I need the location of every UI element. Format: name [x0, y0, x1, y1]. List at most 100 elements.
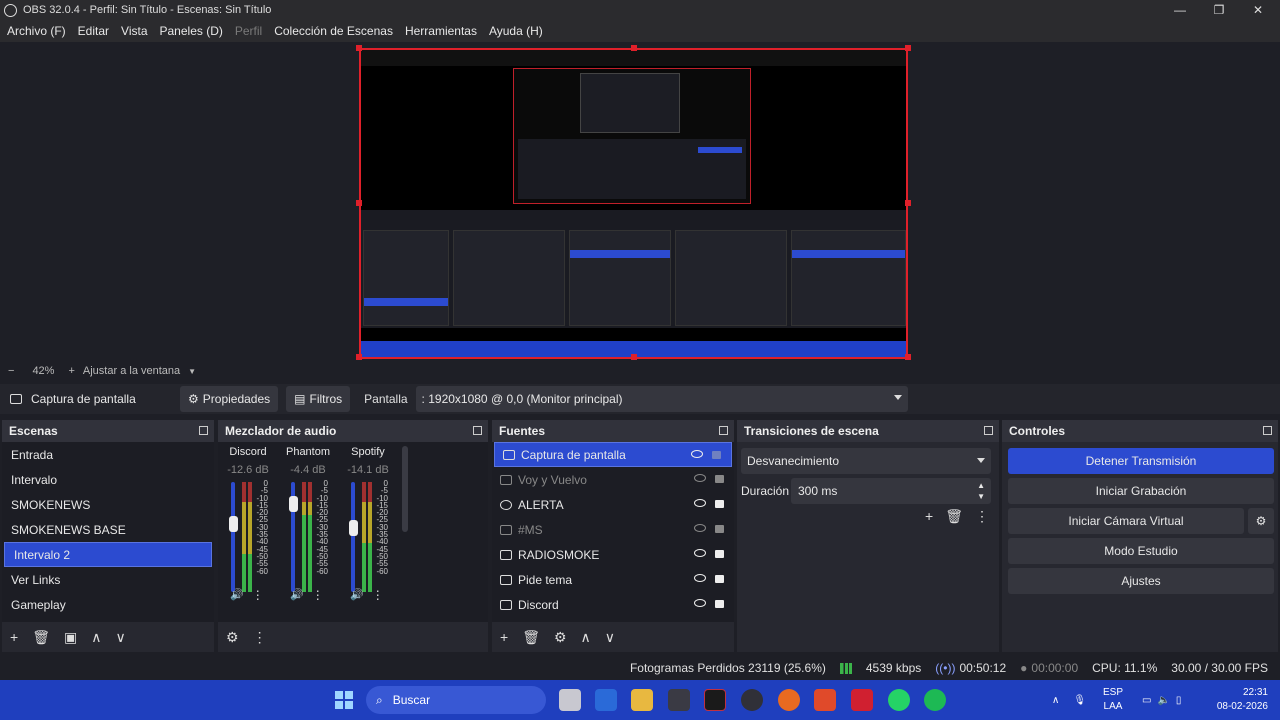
lock-icon[interactable]: [715, 475, 724, 483]
scene-item[interactable]: Intervalo: [2, 467, 214, 492]
menu-ayuda[interactable]: Ayuda (H): [489, 24, 543, 38]
filters-button[interactable]: ▤ Filtros: [286, 386, 351, 412]
screen-select[interactable]: : 1920x1080 @ 0,0 (Monitor principal): [415, 386, 908, 412]
filter-icon[interactable]: ▣: [64, 629, 77, 646]
menu-paneles[interactable]: Paneles (D): [160, 24, 223, 38]
taskbar-search[interactable]: ⌕ Buscar: [366, 686, 546, 714]
studio-mode-button[interactable]: Modo Estudio: [1008, 538, 1274, 564]
source-item[interactable]: Pide tema: [492, 567, 734, 592]
advanced-audio-gear-icon[interactable]: ⚙: [226, 629, 239, 646]
windows-start-icon[interactable]: [335, 691, 353, 709]
arrow-up-icon[interactable]: ∧: [581, 629, 591, 646]
fader-handle[interactable]: [349, 520, 358, 537]
more-vertical-icon[interactable]: ⋮: [252, 588, 264, 602]
more-vertical-icon[interactable]: ⋮: [312, 588, 324, 602]
eye-icon[interactable]: [694, 599, 706, 607]
eye-hidden-icon[interactable]: [694, 524, 706, 532]
minimize-button[interactable]: —: [1160, 0, 1200, 20]
eye-hidden-icon[interactable]: [694, 474, 706, 482]
task-view-icon[interactable]: [559, 689, 581, 711]
unlock-icon[interactable]: [712, 451, 721, 459]
undock-icon[interactable]: [719, 426, 728, 435]
transition-select[interactable]: Desvanecimiento: [741, 448, 991, 474]
resize-handle[interactable]: [356, 45, 362, 51]
widgets-icon[interactable]: [595, 689, 617, 711]
start-recording-button[interactable]: Iniciar Grabación: [1008, 478, 1274, 504]
more-vertical-icon[interactable]: ⋮: [253, 629, 267, 646]
whatsapp-icon[interactable]: [888, 689, 910, 711]
resize-handle[interactable]: [905, 354, 911, 360]
scene-item[interactable]: Ver Links: [2, 567, 214, 592]
system-clock[interactable]: 22:31 08-02-2026: [1217, 686, 1268, 714]
add-icon[interactable]: +: [10, 629, 18, 645]
resize-handle[interactable]: [631, 45, 637, 51]
lock-icon[interactable]: [715, 525, 724, 533]
resize-handle[interactable]: [631, 354, 637, 360]
trash-icon[interactable]: 🗑: [522, 629, 540, 646]
brave-icon[interactable]: [814, 689, 836, 711]
scene-item[interactable]: Entrada: [2, 442, 214, 467]
volume-fader[interactable]: [231, 482, 235, 592]
scene-item[interactable]: SMOKENEWS BASE: [2, 517, 214, 542]
menu-coleccion-escenas[interactable]: Colección de Escenas: [274, 24, 393, 38]
source-item-selected[interactable]: Captura de pantalla: [494, 442, 732, 467]
lock-icon[interactable]: [715, 600, 724, 608]
undock-icon[interactable]: [473, 426, 482, 435]
zoom-in-button[interactable]: +: [68, 365, 74, 377]
maximize-button[interactable]: ❐: [1199, 0, 1239, 20]
undock-icon[interactable]: [984, 426, 993, 435]
menu-archivo[interactable]: Archivo (F): [7, 24, 66, 38]
resize-handle[interactable]: [905, 200, 911, 206]
arrow-up-icon[interactable]: ∧: [91, 629, 101, 646]
volume-icon[interactable]: 🔊: [290, 588, 304, 602]
menu-vista[interactable]: Vista: [121, 24, 147, 38]
store-icon[interactable]: [668, 689, 690, 711]
close-button[interactable]: ✕: [1238, 0, 1278, 20]
source-item[interactable]: RADIOSMOKE: [492, 542, 734, 567]
vivaldi-icon[interactable]: [851, 689, 873, 711]
menu-editar[interactable]: Editar: [78, 24, 109, 38]
obs-taskbar-icon[interactable]: [741, 689, 763, 711]
virtual-camera-settings-gear-icon[interactable]: ⚙: [1248, 508, 1274, 534]
chevron-down-icon[interactable]: ▼: [188, 367, 196, 376]
eye-icon[interactable]: [694, 574, 706, 582]
eye-icon[interactable]: [691, 450, 703, 458]
spotify-icon[interactable]: [924, 689, 946, 711]
scene-item[interactable]: Gameplay: [2, 592, 214, 617]
trash-icon[interactable]: 🗑: [32, 629, 50, 646]
preview-screen-capture[interactable]: [359, 48, 908, 359]
duration-input[interactable]: 300 ms ▲ ▼: [791, 478, 991, 504]
mixer-scrollbar[interactable]: [402, 446, 408, 532]
resize-handle[interactable]: [356, 200, 362, 206]
quick-settings[interactable]: ▭ 🔈 ▯: [1142, 680, 1181, 720]
add-icon[interactable]: +: [925, 508, 933, 525]
preview-canvas[interactable]: [0, 42, 1280, 362]
settings-button[interactable]: Ajustes: [1008, 568, 1274, 594]
undock-icon[interactable]: [199, 426, 208, 435]
spinner-icon[interactable]: ▲ ▼: [977, 480, 985, 502]
firefox-icon[interactable]: [778, 689, 800, 711]
source-item[interactable]: ALERTA: [492, 492, 734, 517]
scene-item-selected[interactable]: Intervalo 2: [4, 542, 212, 567]
add-icon[interactable]: +: [500, 629, 508, 645]
gear-icon[interactable]: ⚙: [554, 629, 567, 646]
arrow-down-icon[interactable]: ∨: [115, 629, 125, 646]
start-virtual-camera-button[interactable]: Iniciar Cámara Virtual: [1008, 508, 1244, 534]
lock-icon[interactable]: [715, 500, 724, 508]
source-item[interactable]: Voy y Vuelvo: [492, 467, 734, 492]
stop-stream-button[interactable]: Detener Transmisión: [1008, 448, 1274, 474]
undock-icon[interactable]: [1263, 426, 1272, 435]
lock-icon[interactable]: [715, 575, 724, 583]
eye-icon[interactable]: [694, 499, 706, 507]
fader-handle[interactable]: [289, 496, 298, 512]
app-icon[interactable]: [704, 689, 726, 711]
source-item[interactable]: Discord: [492, 592, 734, 617]
volume-icon[interactable]: 🔊: [230, 588, 244, 602]
zoom-out-button[interactable]: −: [8, 365, 14, 377]
source-item[interactable]: #MS: [492, 517, 734, 542]
file-explorer-icon[interactable]: [631, 689, 653, 711]
more-vertical-icon[interactable]: ⋮: [975, 508, 989, 525]
resize-handle[interactable]: [905, 45, 911, 51]
properties-button[interactable]: ⚙ Propiedades: [180, 386, 279, 412]
menu-herramientas[interactable]: Herramientas: [405, 24, 477, 38]
